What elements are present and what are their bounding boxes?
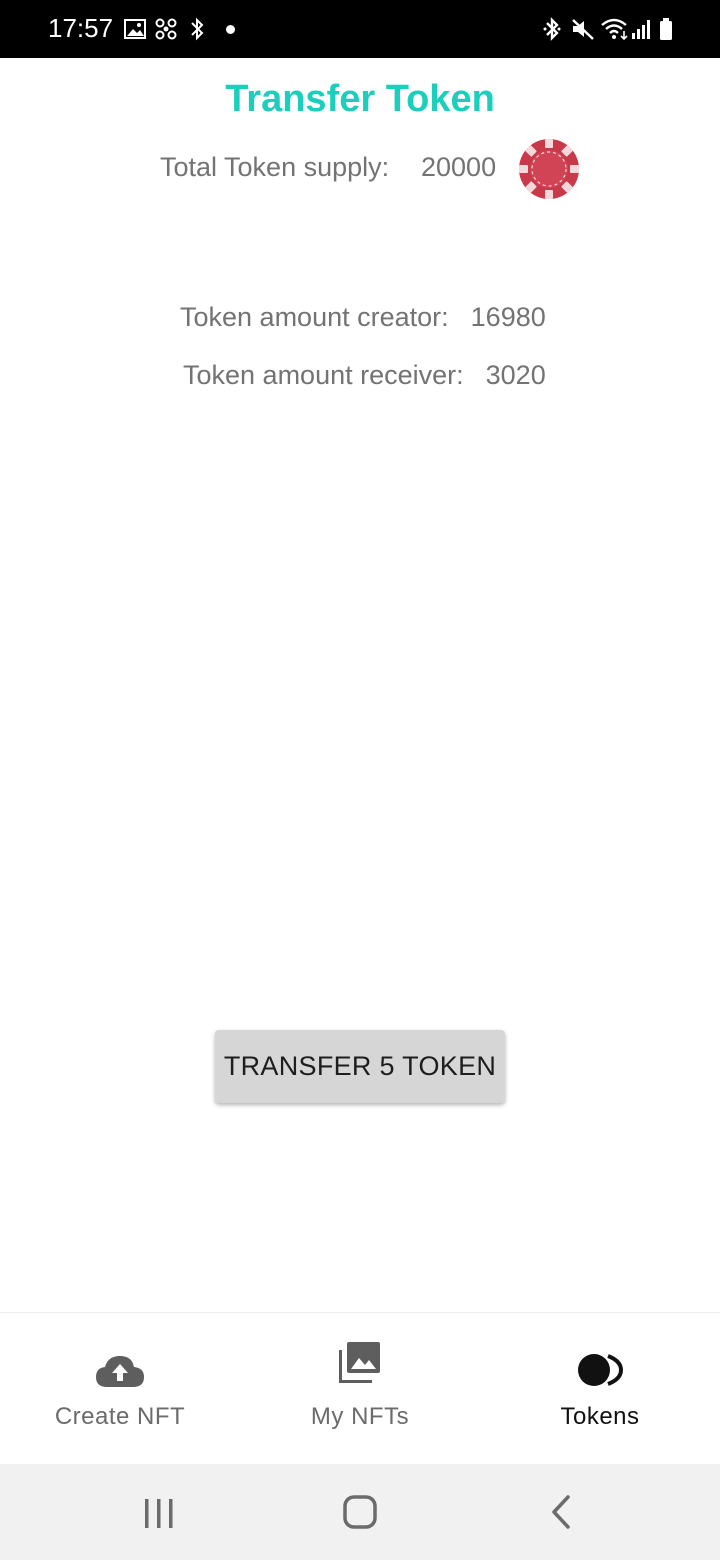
nav-item-tokens[interactable]: Tokens bbox=[480, 1313, 720, 1465]
mute-icon bbox=[572, 19, 594, 40]
cloud-upload-icon bbox=[96, 1356, 144, 1387]
receiver-amount-value: 3020 bbox=[485, 360, 546, 390]
tokens-icon bbox=[578, 1354, 623, 1386]
nav-item-my-nfts[interactable]: My NFTs bbox=[240, 1313, 480, 1465]
battery-icon bbox=[660, 18, 672, 40]
nav-label-create-nft: Create NFT bbox=[54, 1403, 186, 1430]
poker-chip-icon bbox=[519, 139, 579, 199]
bottom-navigation: Create NFT My NFTs Tokens bbox=[0, 1312, 720, 1464]
gallery-icon bbox=[124, 19, 146, 39]
photo-library-icon bbox=[339, 1342, 380, 1383]
wifi-icon bbox=[601, 18, 628, 41]
token-supply-value: 20000 bbox=[421, 152, 497, 182]
signal-icon bbox=[632, 20, 650, 39]
transfer-token-button[interactable]: TRANSFER 5 TOKEN bbox=[215, 1030, 505, 1103]
page-title: Transfer Token bbox=[225, 78, 495, 120]
status-time: 17:57 bbox=[48, 13, 114, 43]
system-navigation-bar bbox=[0, 1464, 720, 1560]
notification-dot-icon bbox=[226, 25, 235, 34]
creator-amount-value: 16980 bbox=[470, 302, 546, 332]
back-icon[interactable] bbox=[548, 1492, 574, 1532]
fan-icon bbox=[155, 18, 177, 40]
creator-amount-row: Token amount creator: 16980 bbox=[180, 302, 546, 333]
nav-item-create-nft[interactable]: Create NFT bbox=[0, 1313, 240, 1465]
nav-label-my-nfts: My NFTs bbox=[310, 1403, 410, 1430]
receiver-amount-row: Token amount receiver: 3020 bbox=[183, 360, 546, 391]
bluetooth-icon bbox=[191, 17, 204, 41]
nav-label-tokens: Tokens bbox=[560, 1403, 640, 1430]
bluetooth-icon bbox=[543, 17, 561, 41]
token-supply-label: Total Token supply: bbox=[160, 152, 390, 182]
creator-amount-label: Token amount creator: bbox=[180, 302, 449, 332]
status-bar: 17:57 bbox=[0, 0, 720, 58]
receiver-amount-label: Token amount receiver: bbox=[183, 360, 464, 390]
home-icon[interactable] bbox=[340, 1492, 380, 1532]
recents-icon[interactable] bbox=[140, 1492, 178, 1532]
